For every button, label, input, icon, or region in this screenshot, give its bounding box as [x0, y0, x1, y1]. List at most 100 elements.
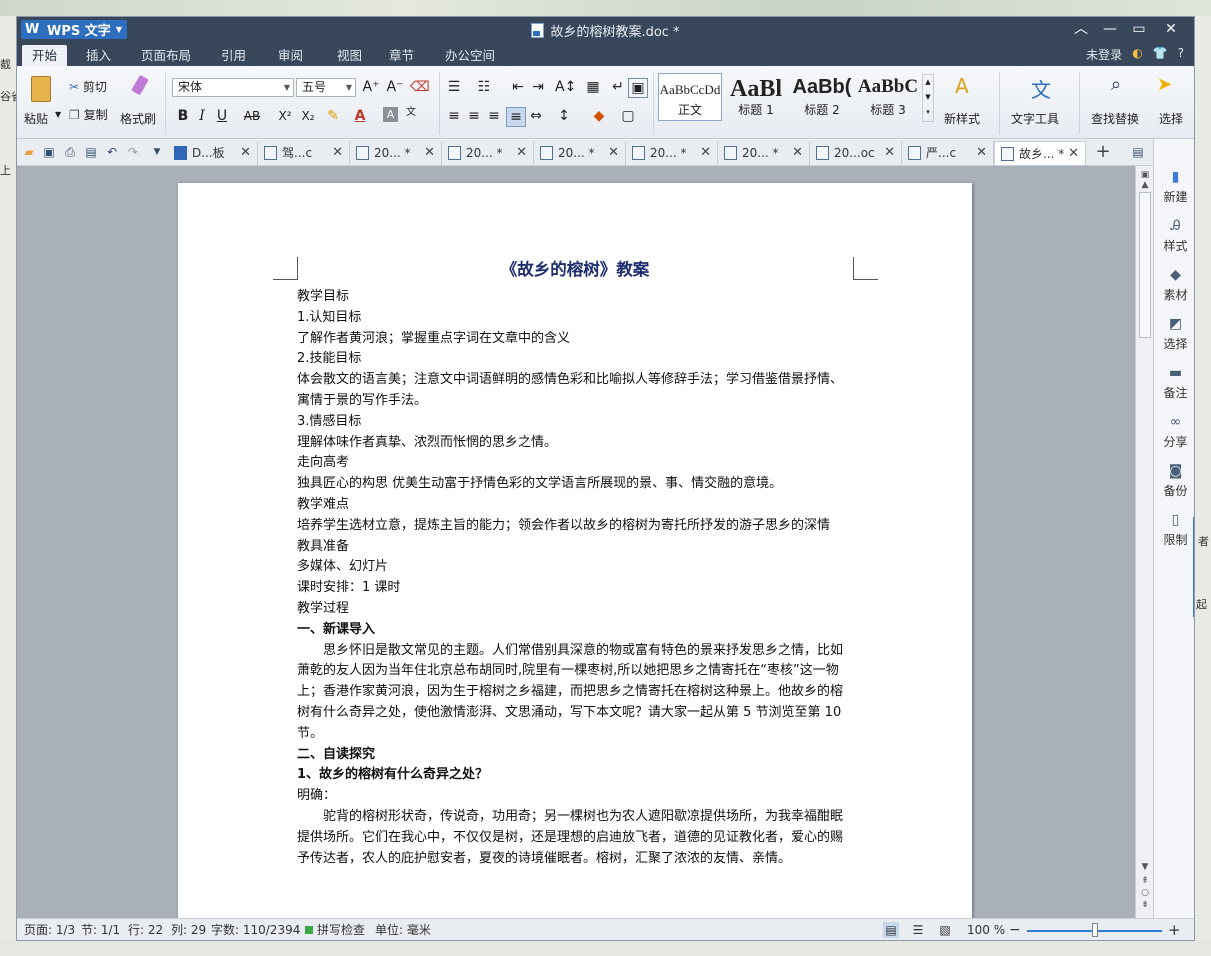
document-paragraph[interactable]: 思乡怀旧是散文常见的主题。人们常借别具深意的物或富有特色的景来抒发思乡之情，比如…: [297, 641, 853, 745]
paste-label[interactable]: 粘贴: [24, 110, 48, 127]
close-icon[interactable]: ✕: [332, 141, 343, 165]
tab-references[interactable]: 引用: [211, 45, 256, 66]
format-painter-button[interactable]: 格式刷: [120, 110, 156, 127]
scrollbar-thumb[interactable]: [1139, 192, 1151, 338]
style-normal[interactable]: AaBbCcDd 正文: [658, 73, 722, 121]
shrink-font-icon[interactable]: A⁻: [386, 78, 404, 96]
outline-view-icon[interactable]: ☰: [910, 922, 926, 938]
pane-comment-button[interactable]: ▬ 备注: [1154, 365, 1194, 401]
chevron-down-icon[interactable]: ▼: [55, 110, 61, 119]
tab-office-space[interactable]: 办公空间: [435, 45, 505, 66]
doc-tab[interactable]: 20... * ✕: [350, 141, 442, 165]
tab-review[interactable]: 审阅: [268, 45, 313, 66]
underline-button[interactable]: U: [213, 107, 231, 125]
align-left-icon[interactable]: ≡: [445, 107, 463, 125]
document-paragraph[interactable]: 2.技能目标: [297, 349, 853, 370]
distribute-icon[interactable]: ⇔: [527, 107, 545, 125]
document-paragraph[interactable]: 多媒体、幻灯片: [297, 557, 853, 578]
fill-color-icon[interactable]: ◆: [590, 107, 608, 125]
undo-icon[interactable]: ↶: [104, 144, 120, 160]
align-right-icon[interactable]: ≡: [485, 107, 503, 125]
document-paragraph[interactable]: 教学过程: [297, 599, 853, 620]
text-tools-button[interactable]: 文字工具: [1011, 110, 1059, 127]
login-link[interactable]: 未登录: [1086, 46, 1122, 63]
doc-tab[interactable]: 严...c ✕: [902, 141, 994, 165]
show-hide-icon[interactable]: ▣: [628, 78, 648, 98]
style-gallery-scroll[interactable]: ▲ ▼ ▾: [922, 74, 934, 122]
style-heading-1[interactable]: AaBl 标题 1: [724, 73, 788, 121]
tab-home[interactable]: 开始: [22, 45, 68, 66]
doc-tab[interactable]: D...板 ✕: [168, 141, 258, 165]
chevron-down-icon[interactable]: ▼: [149, 144, 165, 160]
increase-indent-icon[interactable]: ⇥: [529, 78, 547, 96]
tab-list-icon[interactable]: ▤: [1130, 144, 1146, 160]
skin-icon[interactable]: ◐: [1132, 46, 1142, 63]
close-icon[interactable]: ✕: [240, 141, 251, 165]
line-spacing-icon[interactable]: ↕: [555, 107, 573, 125]
pane-new-button[interactable]: ▮ 新建: [1154, 169, 1194, 205]
paragraph-mark-icon[interactable]: ↵: [609, 78, 627, 96]
justify-icon[interactable]: ≡: [506, 107, 526, 127]
document-paragraph[interactable]: 一、新课导入: [297, 620, 853, 641]
close-icon[interactable]: ✕: [424, 141, 435, 165]
new-style-button[interactable]: 新样式: [944, 110, 980, 127]
close-icon[interactable]: ✕: [608, 141, 619, 165]
status-page[interactable]: 页面: 1/3: [24, 919, 75, 940]
paste-button[interactable]: [27, 74, 57, 104]
close-button[interactable]: ✕: [1158, 19, 1184, 39]
binoculars-icon[interactable]: ⌕: [1111, 74, 1121, 95]
next-page-icon[interactable]: ⇟: [1136, 900, 1154, 910]
doc-tab[interactable]: 20... * ✕: [534, 141, 626, 165]
document-paragraph[interactable]: 3.情感目标: [297, 412, 853, 433]
web-view-icon[interactable]: ▧: [937, 922, 953, 938]
pane-share-button[interactable]: ∞ 分享: [1154, 414, 1194, 450]
close-icon[interactable]: ✕: [516, 141, 527, 165]
text-direction-icon[interactable]: A↕: [555, 78, 576, 96]
select-button[interactable]: 选择: [1159, 110, 1183, 127]
format-painter-icon[interactable]: [127, 74, 153, 100]
pane-backup-button[interactable]: ◙ 备份: [1154, 463, 1194, 499]
status-spell-check[interactable]: 拼写检查: [317, 919, 365, 940]
pane-select-button[interactable]: ◩ 选择: [1154, 316, 1194, 352]
redo-icon[interactable]: ↷: [125, 144, 141, 160]
document-area[interactable]: 《故乡的榕树》教案 教学目标 1.认知目标 了解作者黄河浪；掌握重点字词在文章中的含…: [17, 166, 1135, 918]
superscript-button[interactable]: X²: [274, 107, 296, 125]
close-icon[interactable]: ✕: [792, 141, 803, 165]
bullets-icon[interactable]: ☰: [445, 78, 463, 96]
doc-tab[interactable]: 驾...c ✕: [258, 141, 350, 165]
document-paragraph[interactable]: 体会散文的语言美；注意文中词语鲜明的感情色彩和比喻拟人等修辞手法；学习借鉴借景抒…: [297, 370, 853, 412]
doc-tab[interactable]: 20... * ✕: [442, 141, 534, 165]
document-paragraph[interactable]: 培养学生选材立意，提炼主旨的能力；领会作者以故乡的榕树为寄托所抒发的游子思乡的深…: [297, 516, 853, 537]
document-page[interactable]: 《故乡的榕树》教案 教学目标 1.认知目标 了解作者黄河浪；掌握重点字词在文章中的含…: [178, 183, 972, 918]
document-paragraph[interactable]: 二、自读探究: [297, 745, 853, 766]
document-paragraph[interactable]: 教学难点: [297, 495, 853, 516]
align-center-icon[interactable]: ≡: [465, 107, 483, 125]
status-word-count[interactable]: 字数: 110/2394: [211, 919, 300, 940]
scroll-down-icon[interactable]: ▼: [1136, 862, 1154, 872]
phonetic-guide-icon[interactable]: 文: [402, 104, 420, 122]
collapse-ribbon-button[interactable]: ︿: [1068, 19, 1094, 39]
status-unit[interactable]: 单位: 毫米: [375, 919, 431, 940]
doc-tab[interactable]: 20... * ✕: [626, 141, 718, 165]
bold-button[interactable]: B: [174, 107, 192, 125]
print-preview-icon[interactable]: ▤: [83, 144, 99, 160]
shirt-icon[interactable]: 👕: [1153, 46, 1168, 63]
zoom-slider-thumb[interactable]: [1091, 923, 1098, 937]
tab-chapter[interactable]: 章节: [379, 45, 424, 66]
close-icon[interactable]: ✕: [1068, 142, 1079, 166]
status-section[interactable]: 节: 1/1: [81, 919, 120, 940]
zoom-out-icon[interactable]: −: [1009, 919, 1021, 940]
font-name-select[interactable]: 宋体 ▼: [172, 78, 294, 97]
pane-material-button[interactable]: ◆ 素材: [1154, 267, 1194, 303]
pane-collapse-handle[interactable]: [1193, 517, 1194, 617]
browse-object-icon[interactable]: ○: [1136, 888, 1154, 898]
new-tab-button[interactable]: +: [1095, 143, 1111, 161]
subscript-button[interactable]: X₂: [297, 107, 319, 125]
style-heading-3[interactable]: AaBbC 标题 3: [856, 73, 920, 121]
copy-button[interactable]: ❐ 复制: [69, 106, 108, 123]
strikethrough-button[interactable]: AB: [239, 107, 265, 125]
tab-view[interactable]: 视图: [327, 45, 372, 66]
close-icon[interactable]: ✕: [700, 141, 711, 165]
decrease-indent-icon[interactable]: ⇤: [509, 78, 527, 96]
minimize-button[interactable]: —: [1097, 19, 1123, 39]
